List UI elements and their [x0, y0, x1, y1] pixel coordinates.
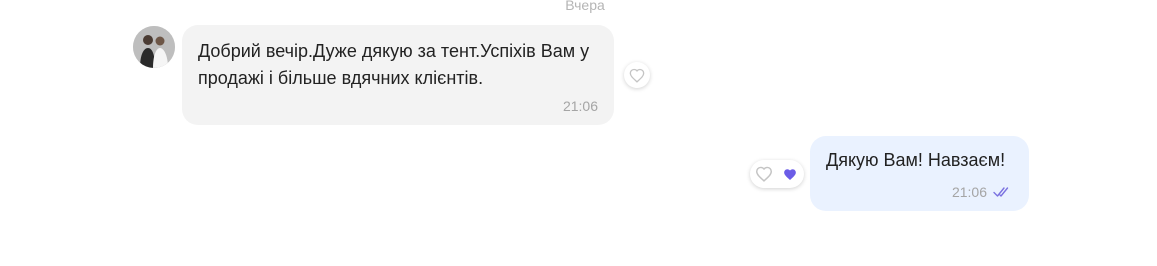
double-check-icon [993, 187, 1009, 197]
message-time: 21:06 [562, 98, 598, 114]
heart-outline-icon [629, 68, 645, 83]
incoming-message[interactable]: Добрий вечір.Дуже дякую за тент.Успіхів … [182, 25, 614, 125]
reactions-bar [750, 160, 804, 188]
reaction-heart-filled[interactable] [779, 163, 801, 185]
avatar[interactable] [133, 26, 175, 68]
message-text: Добрий вечір.Дуже дякую за тент.Успіхів … [198, 41, 590, 88]
react-button[interactable] [624, 62, 650, 88]
chat-thread: Вчера Добрий вечір.Дуже дякую за тент.Ус… [0, 0, 1157, 266]
heart-filled-icon [784, 168, 796, 180]
message-text: Дякую Вам! Навзаєм! [826, 150, 1006, 170]
outgoing-message[interactable]: Дякую Вам! Навзаєм! 21:06 [810, 136, 1029, 211]
message-time: 21:06 [951, 184, 987, 200]
reaction-heart-outline[interactable] [753, 163, 775, 185]
heart-outline-icon [755, 166, 773, 182]
date-separator: Вчера [565, 0, 605, 13]
message-meta: 21:06 [952, 184, 1013, 200]
avatar-photo-icon [133, 26, 175, 68]
